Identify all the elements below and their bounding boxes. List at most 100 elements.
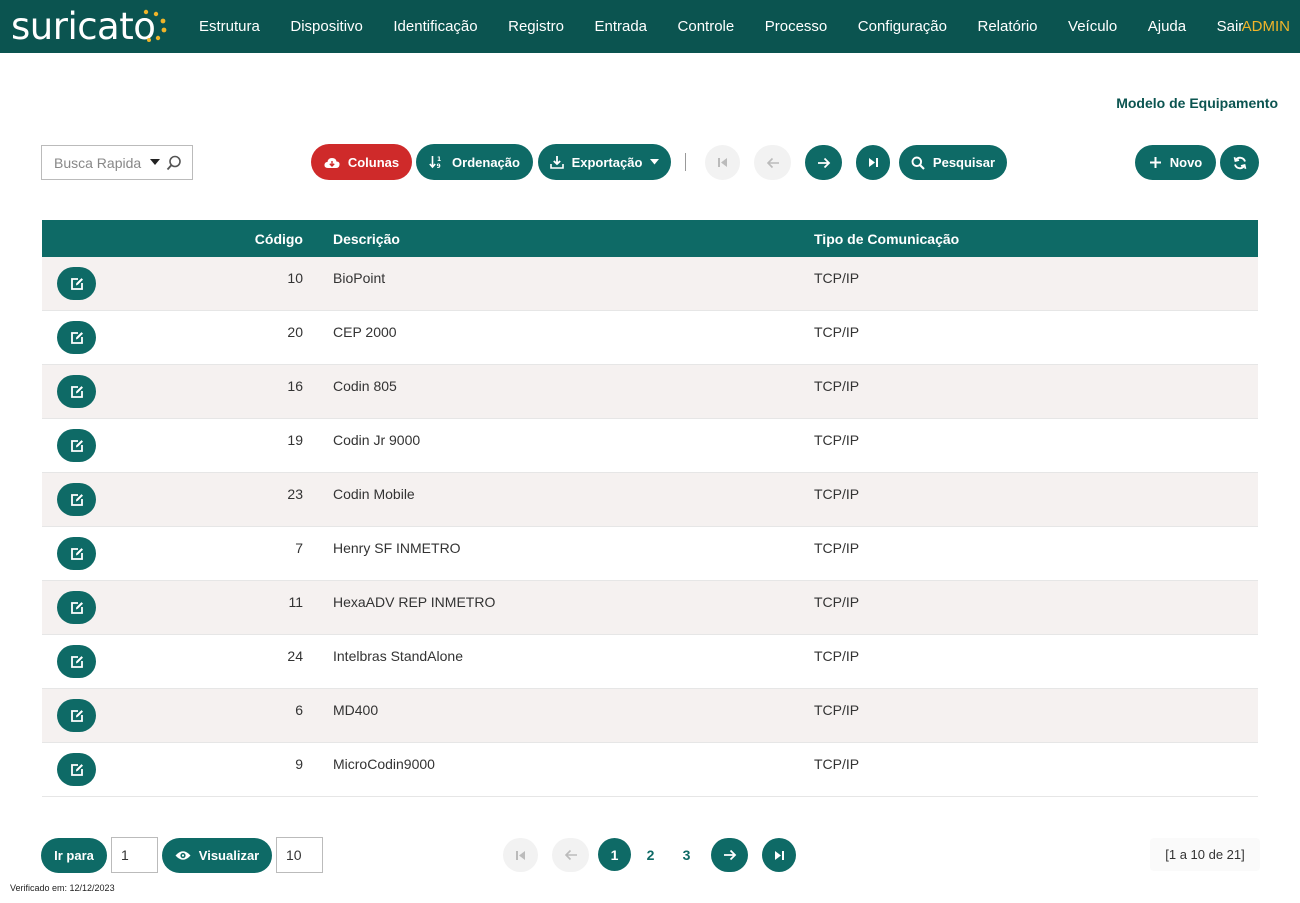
record-range: [1 a 10 de 21] xyxy=(1150,838,1260,871)
user-name[interactable]: ADMIN xyxy=(1242,18,1290,35)
sort-icon: 19 xyxy=(429,156,441,169)
page-size-input[interactable] xyxy=(276,837,323,873)
arrow-right-icon xyxy=(723,849,736,861)
footer-previous-page-button[interactable] xyxy=(552,838,589,872)
nav-item-sair[interactable]: Sair xyxy=(1217,18,1244,35)
last-page-button[interactable] xyxy=(856,145,890,180)
edit-button[interactable] xyxy=(57,483,96,516)
cell-tipo: TCP/IP xyxy=(814,756,860,772)
view-label: Visualizar xyxy=(198,848,260,863)
go-to-page-button[interactable]: Ir para xyxy=(41,838,107,873)
page-number-3[interactable]: 3 xyxy=(670,838,703,871)
edit-button[interactable] xyxy=(57,699,96,732)
nav-item-estrutura[interactable]: Estrutura xyxy=(199,18,260,35)
arrow-left-icon xyxy=(766,157,779,168)
edit-button[interactable] xyxy=(57,429,96,462)
edit-icon xyxy=(70,439,83,452)
edit-icon xyxy=(70,601,83,614)
nav-item-registro[interactable]: Registro xyxy=(508,18,564,35)
edit-icon xyxy=(70,277,83,290)
edit-button[interactable] xyxy=(57,645,96,678)
edit-button[interactable] xyxy=(57,537,96,570)
quick-search xyxy=(41,145,193,180)
footer-last-page-button[interactable] xyxy=(762,838,796,872)
previous-page-button[interactable] xyxy=(754,145,791,180)
table-row: 11 HexaADV REP INMETRO TCP/IP xyxy=(42,581,1258,635)
footer-next-page-button[interactable] xyxy=(711,838,748,872)
svg-text:9: 9 xyxy=(437,163,441,169)
edit-button[interactable] xyxy=(57,321,96,354)
cell-tipo: TCP/IP xyxy=(814,324,860,340)
nav-item-entrada[interactable]: Entrada xyxy=(594,18,647,35)
cell-codigo: 11 xyxy=(288,594,303,610)
first-page-button[interactable] xyxy=(705,145,740,180)
logo[interactable]: suricato xyxy=(11,4,156,48)
caret-down-icon[interactable] xyxy=(150,159,160,165)
nav-item-dispositivo[interactable]: Dispositivo xyxy=(290,18,363,35)
columns-label: Colunas xyxy=(347,154,400,170)
export-button[interactable]: Exportação xyxy=(538,144,671,180)
search-button[interactable]: Pesquisar xyxy=(899,145,1007,180)
export-label: Exportação xyxy=(571,154,643,170)
quick-search-input[interactable] xyxy=(54,154,144,171)
edit-icon xyxy=(70,547,83,560)
last-page-icon xyxy=(868,158,878,167)
cell-codigo: 10 xyxy=(287,270,303,286)
download-icon xyxy=(549,156,564,169)
svg-text:1: 1 xyxy=(437,156,441,163)
edit-icon xyxy=(70,331,83,344)
nav-item-identificacao[interactable]: Identificação xyxy=(393,18,477,35)
cell-codigo: 7 xyxy=(295,540,303,556)
table-row: 24 Intelbras StandAlone TCP/IP xyxy=(42,635,1258,689)
edit-icon xyxy=(70,385,83,398)
table-body: 10 BioPoint TCP/IP 20 CEP 2000 TCP/IP 16 Codin … xyxy=(42,257,1258,797)
sort-button[interactable]: 19 Ordenação xyxy=(416,144,533,180)
nav-item-processo[interactable]: Processo xyxy=(765,18,828,35)
nav-item-configuracao[interactable]: Configuração xyxy=(858,18,947,35)
table-row: 16 Codin 805 TCP/IP xyxy=(42,365,1258,419)
search-icon[interactable] xyxy=(166,155,182,171)
toolbar-divider xyxy=(685,153,686,171)
column-header-codigo[interactable]: Código xyxy=(255,231,303,247)
cell-codigo: 24 xyxy=(287,648,303,664)
last-page-icon xyxy=(774,850,784,860)
nav-item-relatorio[interactable]: Relatório xyxy=(978,18,1038,35)
page-number-1[interactable]: 1 xyxy=(598,838,631,871)
column-header-descricao[interactable]: Descrição xyxy=(333,231,400,247)
cell-tipo: TCP/IP xyxy=(814,540,860,556)
refresh-button[interactable] xyxy=(1220,145,1259,180)
next-page-button[interactable] xyxy=(805,145,842,180)
edit-button[interactable] xyxy=(57,753,96,786)
nav-item-veiculo[interactable]: Veículo xyxy=(1068,18,1117,35)
nav-item-ajuda[interactable]: Ajuda xyxy=(1148,18,1186,35)
cell-descricao: Intelbras StandAlone xyxy=(333,648,463,664)
main-menu: Estrutura Dispositivo Identificação Registr… xyxy=(199,0,1274,53)
columns-button[interactable]: Colunas xyxy=(311,144,412,180)
table-row: 10 BioPoint TCP/IP xyxy=(42,257,1258,311)
edit-icon xyxy=(70,655,83,668)
cell-descricao: HexaADV REP INMETRO xyxy=(333,594,496,610)
arrow-right-icon xyxy=(817,157,830,168)
page-number-2[interactable]: 2 xyxy=(634,838,667,871)
plus-icon xyxy=(1149,157,1161,168)
logo-dots-icon xyxy=(143,9,167,42)
cell-codigo: 9 xyxy=(295,756,303,772)
cell-codigo: 6 xyxy=(295,702,303,718)
footer-first-page-button[interactable] xyxy=(503,838,538,872)
logo-text: suricato xyxy=(11,4,156,48)
go-to-page-input[interactable] xyxy=(111,837,158,873)
new-button[interactable]: Novo xyxy=(1135,145,1216,180)
edit-button[interactable] xyxy=(57,591,96,624)
cell-codigo: 19 xyxy=(287,432,303,448)
table-header: Código Descrição Tipo de Comunicação xyxy=(42,220,1258,257)
view-button[interactable]: Visualizar xyxy=(162,838,272,873)
first-page-icon xyxy=(516,850,525,860)
cell-descricao: MicroCodin9000 xyxy=(333,756,435,772)
nav-item-controle[interactable]: Controle xyxy=(678,18,735,35)
table-row: 23 Codin Mobile TCP/IP xyxy=(42,473,1258,527)
table-row: 19 Codin Jr 9000 TCP/IP xyxy=(42,419,1258,473)
column-header-tipo[interactable]: Tipo de Comunicação xyxy=(814,231,959,247)
cell-descricao: Henry SF INMETRO xyxy=(333,540,461,556)
edit-button[interactable] xyxy=(57,375,96,408)
edit-button[interactable] xyxy=(57,267,96,300)
